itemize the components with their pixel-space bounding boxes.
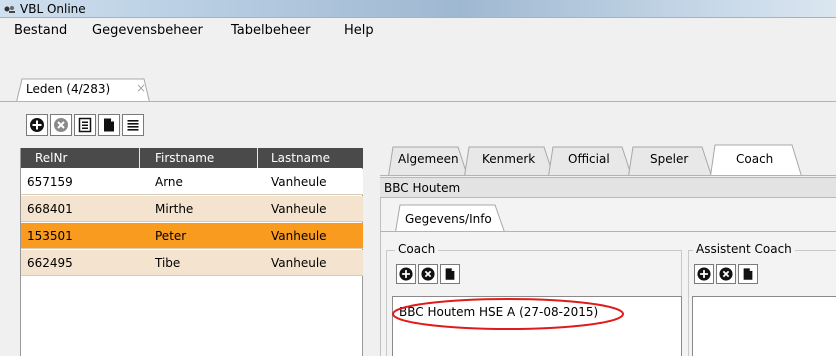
column-header-firstname[interactable]: Firstname <box>155 151 214 165</box>
add-icon <box>697 267 711 281</box>
cell-relnr: 662495 <box>27 256 73 270</box>
add-icon <box>30 118 44 132</box>
table-row-selected[interactable]: 153501 Peter Vanheule <box>21 223 363 249</box>
menu-gegevensbeheer[interactable]: Gegevensbeheer <box>92 23 203 38</box>
menu-bestand[interactable]: Bestand <box>14 23 67 38</box>
cell-lastname: Vanheule <box>271 175 327 189</box>
table-row[interactable]: 657159 Arne Vanheule <box>21 169 363 195</box>
remove-icon <box>421 267 435 281</box>
list-icon <box>127 120 139 131</box>
remove-icon <box>54 118 68 132</box>
cell-lastname: Vanheule <box>271 256 327 270</box>
club-name: BBC Houtem <box>384 181 461 195</box>
cell-firstname: Peter <box>155 229 187 243</box>
coach-remove-button[interactable] <box>418 264 438 284</box>
assistant-remove-button[interactable] <box>716 264 736 284</box>
assistant-document-button[interactable] <box>738 264 758 284</box>
add-icon <box>399 267 413 281</box>
column-header-lastname[interactable]: Lastname <box>271 151 330 165</box>
menu-tabelbeheer[interactable]: Tabelbeheer <box>231 23 310 38</box>
column-separator <box>139 148 140 168</box>
detail-tab-divider <box>380 175 836 176</box>
remove-icon <box>719 267 733 281</box>
table-header: RelNr Firstname Lastname <box>21 148 363 168</box>
cell-firstname: Tibe <box>155 256 181 270</box>
menu-bar: Bestand Gegevensbeheer Tabelbeheer Help <box>0 19 836 43</box>
close-tab-icon[interactable]: × <box>136 81 146 95</box>
document-icon <box>445 268 455 280</box>
document-icon <box>743 268 753 280</box>
coach-group-title: Coach <box>395 242 439 256</box>
document-tab-divider <box>0 101 836 102</box>
column-header-relnr[interactable]: RelNr <box>35 151 67 165</box>
window-titlebar: VBL Online <box>0 0 836 18</box>
assistant-coach-list[interactable] <box>692 296 836 356</box>
sub-tab-divider <box>380 231 836 232</box>
table-row[interactable]: 662495 Tibe Vanheule <box>21 250 363 276</box>
cell-lastname: Vanheule <box>271 202 327 216</box>
document-tab-leden[interactable]: Leden (4/283) × <box>16 78 150 102</box>
list-button[interactable] <box>122 114 144 136</box>
members-table: RelNr Firstname Lastname 657159 Arne Van… <box>20 148 363 356</box>
club-header: BBC Houtem <box>380 177 836 198</box>
tab-kenmerk-label: Kenmerk <box>482 152 536 166</box>
tab-gegevens-info[interactable]: Gegevens/Info <box>395 204 505 232</box>
coach-add-button[interactable] <box>396 264 416 284</box>
tab-official-label: Official <box>568 152 610 166</box>
details-button[interactable] <box>74 114 96 136</box>
column-separator <box>257 148 258 168</box>
document-icon <box>104 118 114 132</box>
tab-algemeen-label: Algemeen <box>398 152 459 166</box>
app-icon <box>4 6 15 13</box>
document-tab-label: Leden (4/283) <box>26 82 111 96</box>
cell-firstname: Arne <box>155 175 183 189</box>
detail-tab-strip: Algemeen Kenmerk Official Speler Coach <box>380 144 836 178</box>
cell-relnr: 668401 <box>27 202 73 216</box>
document-button[interactable] <box>98 114 120 136</box>
cell-lastname: Vanheule <box>271 229 327 243</box>
add-button[interactable] <box>26 114 48 136</box>
remove-button[interactable] <box>50 114 72 136</box>
tab-coach-label: Coach <box>736 152 774 166</box>
tab-gegevens-info-label: Gegevens/Info <box>405 212 492 226</box>
details-icon <box>78 117 92 133</box>
cell-relnr: 153501 <box>27 229 73 243</box>
cell-relnr: 657159 <box>27 175 73 189</box>
assistant-add-button[interactable] <box>694 264 714 284</box>
table-row[interactable]: 668401 Mirthe Vanheule <box>21 196 363 222</box>
coach-document-button[interactable] <box>440 264 460 284</box>
tab-speler-label: Speler <box>650 152 689 166</box>
menu-help[interactable]: Help <box>344 23 374 38</box>
cell-firstname: Mirthe <box>155 202 194 216</box>
highlight-ellipse <box>392 298 624 330</box>
window-title: VBL Online <box>20 2 86 16</box>
assistant-coach-group-title: Assistent Coach <box>693 242 795 256</box>
